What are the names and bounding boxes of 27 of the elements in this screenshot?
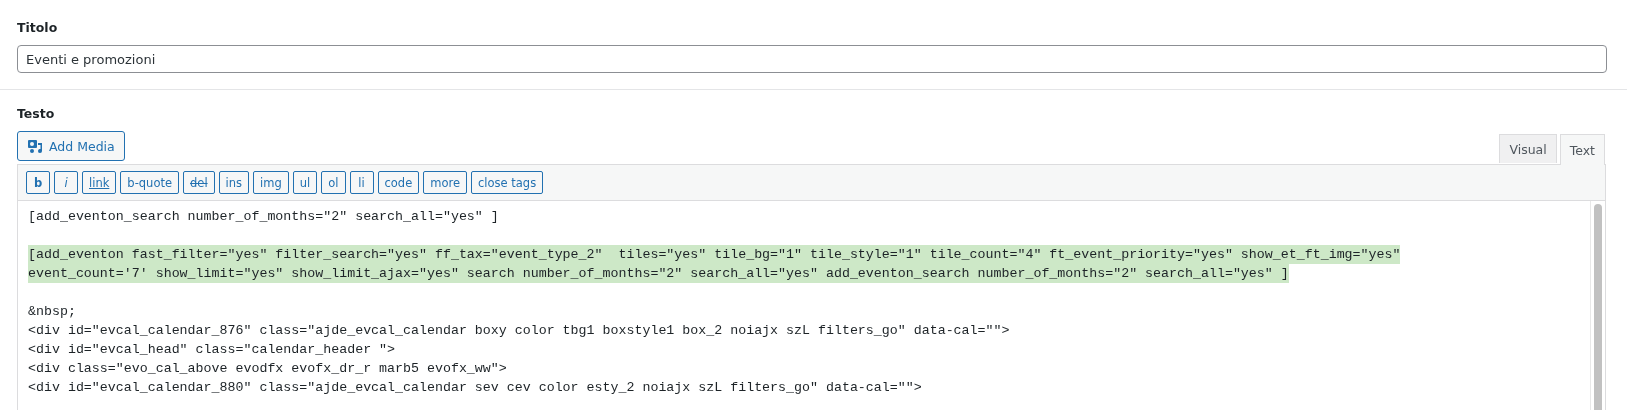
code-line: [add_eventon_search number_of_months="2" search_all="yes" ] bbox=[28, 208, 499, 226]
code-line: <div class="evo_cal_above evodfx evofx_dr_r marb5 evofx_ww"> bbox=[28, 360, 507, 378]
quicktag-button[interactable]: b bbox=[26, 171, 50, 194]
scrollbar[interactable] bbox=[1590, 201, 1605, 410]
quicktag-button[interactable]: ul bbox=[292, 171, 318, 194]
quicktag-button[interactable]: ol bbox=[321, 171, 346, 194]
quicktag-button[interactable]: ins bbox=[218, 171, 250, 194]
title-input[interactable]: Eventi e promozioni bbox=[17, 45, 1607, 73]
quicktag-button[interactable]: code bbox=[377, 171, 420, 194]
editor-tab[interactable]: Text bbox=[1559, 134, 1605, 165]
add-media-button[interactable]: Add Media bbox=[17, 131, 125, 161]
media-icon bbox=[27, 138, 43, 154]
field-label: Testo bbox=[17, 106, 56, 121]
quicktag-button[interactable]: li bbox=[349, 171, 374, 194]
quicktag-button[interactable]: b-quote bbox=[120, 171, 179, 194]
quicktag-button[interactable]: img bbox=[253, 171, 289, 194]
code-line: <div id="evcal_calendar_880" class="ajde_evcal_calendar sev cev color esty_2 noiajx szL filters_go" data-cal=""> bbox=[28, 379, 922, 397]
quicktag-button[interactable]: del bbox=[183, 171, 215, 194]
quicktag-button[interactable]: i bbox=[54, 171, 78, 194]
editor-tab[interactable]: Visual bbox=[1499, 134, 1557, 163]
code-line: &nbsp; bbox=[28, 303, 76, 321]
code-line: <div id="evcal_calendar_876" class="ajde_evcal_calendar boxy color tbg1 boxstyle1 box_2 noiajx szL filters_go" data-cal=""> bbox=[28, 322, 1010, 340]
quicktag-button[interactable]: close tags bbox=[471, 171, 544, 194]
quicktag-button[interactable]: link bbox=[82, 171, 117, 194]
quicktag-button[interactable]: more bbox=[423, 171, 468, 194]
code-line: <div id="evcal_head" class="calendar_header "> bbox=[28, 341, 396, 359]
field-label: Titolo bbox=[17, 20, 59, 35]
